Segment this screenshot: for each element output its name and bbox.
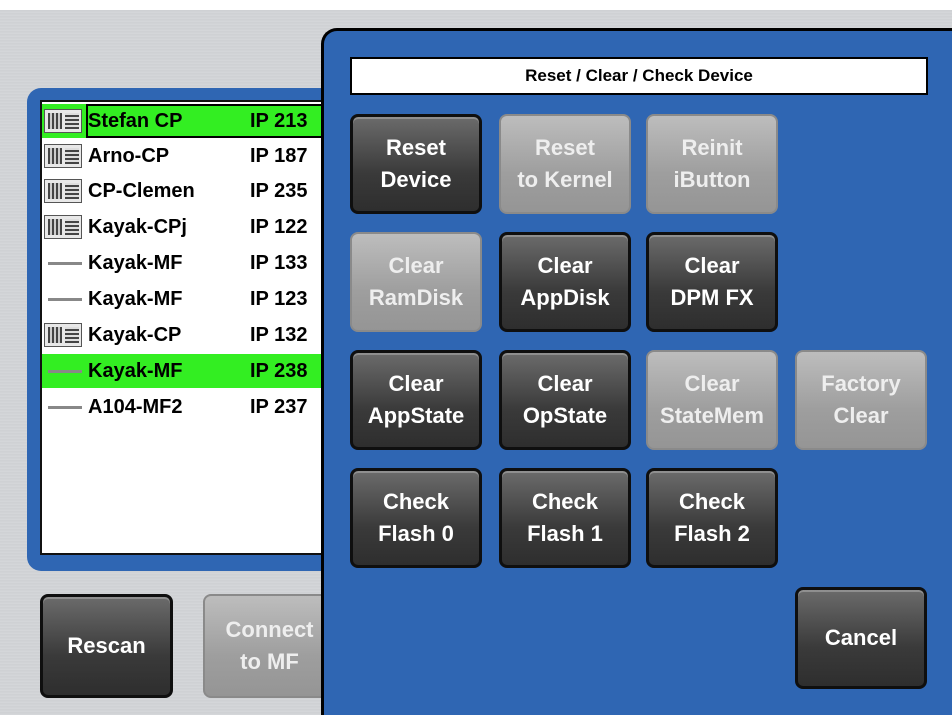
control-panel-icon xyxy=(44,215,82,239)
device-ip: IP 235 xyxy=(250,180,308,202)
device-name: Arno-CP xyxy=(88,145,170,167)
clear-statemem-button[interactable]: Clear StateMem xyxy=(646,350,778,450)
control-panel-icon xyxy=(44,144,82,168)
device-ip: IP 187 xyxy=(250,145,308,167)
clear-appstate-button[interactable]: Clear AppState xyxy=(350,350,482,450)
button-label: Clear DPM FX xyxy=(670,253,754,310)
button-label: Clear AppDisk xyxy=(520,253,610,310)
device-name: Kayak-MF xyxy=(88,252,183,274)
clear-dpm-fx-button[interactable]: Clear DPM FX xyxy=(646,232,778,332)
mainframe-icon xyxy=(44,287,82,311)
device-name: CP-Clemen xyxy=(88,180,195,202)
button-label: Check Flash 0 xyxy=(378,489,454,546)
dialog-title: Reset / Clear / Check Device xyxy=(350,57,928,95)
check-flash-2-button[interactable]: Check Flash 2 xyxy=(646,468,778,568)
rescan-button[interactable]: Rescan xyxy=(40,594,173,698)
button-label: Clear OpState xyxy=(522,371,608,428)
device-ip: IP 238 xyxy=(250,360,308,382)
device-row[interactable]: CP-Clemen IP 235 xyxy=(42,174,338,208)
control-panel-icon xyxy=(44,323,82,347)
button-label: Clear StateMem xyxy=(660,371,764,428)
reinit-ibutton-button[interactable]: Reinit iButton xyxy=(646,114,778,214)
button-label: Check Flash 2 xyxy=(674,489,750,546)
device-ip: IP 133 xyxy=(250,252,308,274)
check-flash-1-button[interactable]: Check Flash 1 xyxy=(499,468,631,568)
button-label: Check Flash 1 xyxy=(527,489,603,546)
mainframe-icon xyxy=(44,251,82,275)
control-panel-icon xyxy=(44,179,82,203)
reset-to-kernel-button[interactable]: Reset to Kernel xyxy=(499,114,631,214)
button-label: Clear AppState xyxy=(367,371,465,428)
device-name: Kayak-CPj xyxy=(88,216,187,238)
device-name: Kayak-MF xyxy=(88,288,183,310)
control-panel-icon xyxy=(44,109,82,133)
mainframe-icon xyxy=(44,359,82,383)
device-row[interactable]: Kayak-MF IP 238 xyxy=(42,354,338,388)
device-ip: IP 123 xyxy=(250,288,308,310)
reset-device-button[interactable]: Reset Device xyxy=(350,114,482,214)
device-ip: IP 237 xyxy=(250,396,308,418)
device-row[interactable]: Kayak-CP IP 132 xyxy=(42,318,338,352)
device-name: A104-MF2 xyxy=(88,396,183,418)
device-name: Kayak-MF xyxy=(88,360,183,382)
device-ip: IP 132 xyxy=(250,324,308,346)
device-ip: IP 122 xyxy=(250,216,308,238)
button-label: Reinit iButton xyxy=(673,135,751,192)
button-label: Reset Device xyxy=(380,135,452,192)
device-name: Stefan CP xyxy=(88,110,183,132)
device-row[interactable]: Arno-CP IP 187 xyxy=(42,139,338,173)
clear-ramdisk-button[interactable]: Clear RamDisk xyxy=(350,232,482,332)
button-label: Clear RamDisk xyxy=(368,253,464,310)
device-row[interactable]: A104-MF2 IP 237 xyxy=(42,390,338,424)
device-list[interactable]: Stefan CP IP 213 Arno-CP IP 187 CP-Cleme… xyxy=(40,100,340,555)
device-row[interactable]: Kayak-CPj IP 122 xyxy=(42,210,338,244)
factory-clear-button[interactable]: Factory Clear xyxy=(795,350,927,450)
button-label: Cancel xyxy=(824,625,898,650)
device-row[interactable]: Kayak-MF IP 133 xyxy=(42,246,338,280)
connect-label: Connect to MF xyxy=(225,617,314,674)
device-row[interactable]: Stefan CP IP 213 xyxy=(42,104,338,138)
rescan-label: Rescan xyxy=(67,633,146,658)
clear-opstate-button[interactable]: Clear OpState xyxy=(499,350,631,450)
connect-to-mf-button[interactable]: Connect to MF xyxy=(203,594,336,698)
button-label: Factory Clear xyxy=(821,371,901,428)
check-flash-0-button[interactable]: Check Flash 0 xyxy=(350,468,482,568)
device-name: Kayak-CP xyxy=(88,324,182,346)
device-row[interactable]: Kayak-MF IP 123 xyxy=(42,282,338,316)
cancel-button[interactable]: Cancel xyxy=(795,587,927,689)
button-label: Reset to Kernel xyxy=(517,135,613,192)
device-ip: IP 213 xyxy=(250,110,308,132)
clear-appdisk-button[interactable]: Clear AppDisk xyxy=(499,232,631,332)
mainframe-icon xyxy=(44,395,82,419)
